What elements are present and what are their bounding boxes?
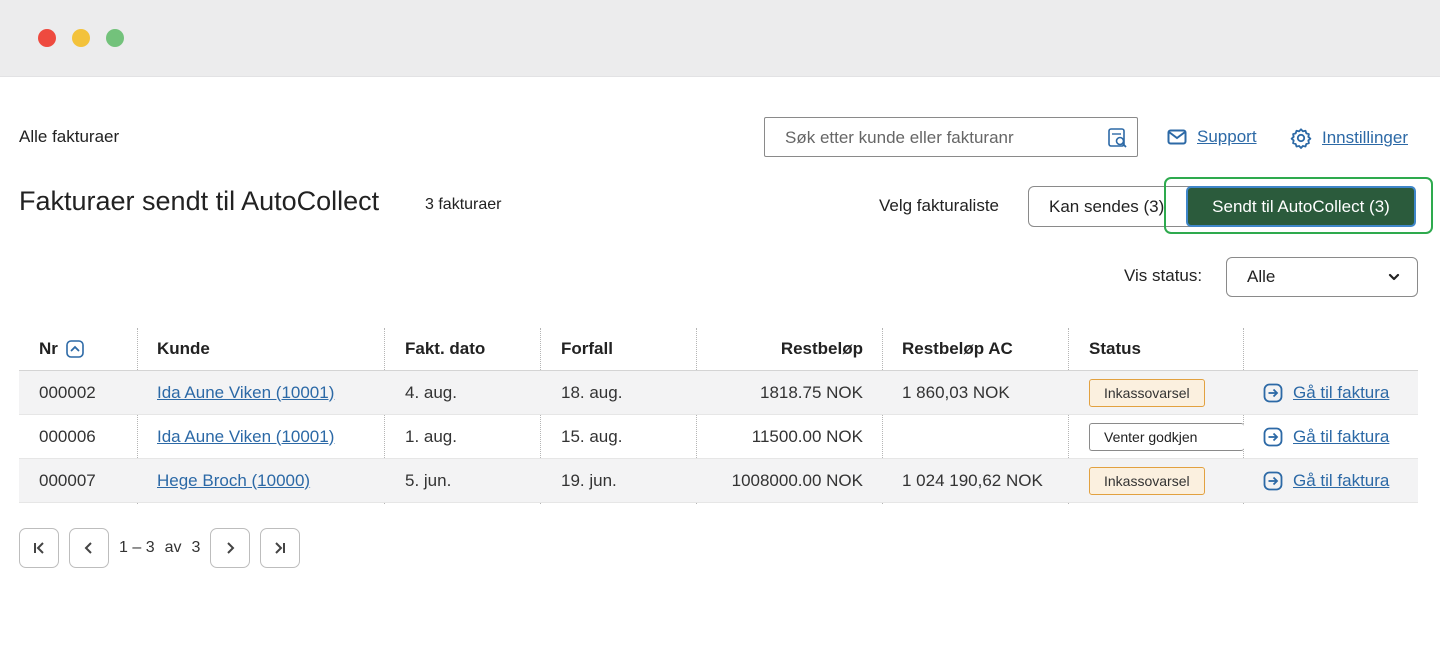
status-badge: Venter godkjen [1089, 422, 1244, 451]
status-badge: Inkassovarsel [1089, 466, 1205, 495]
page-range: 1 – 3 [119, 539, 155, 556]
table-header: Nr Kunde Fakt. dato Forfall Restbeløp Re… [19, 328, 1418, 371]
status-badge: Inkassovarsel [1089, 378, 1205, 407]
list-selector-label: Velg fakturaliste [879, 196, 1000, 215]
customer-link[interactable]: Ida Aune Viken (10001) [157, 415, 334, 458]
invoice-date: 4. aug. [405, 382, 457, 402]
settings-link[interactable]: Innstillinger [1290, 127, 1408, 149]
remaining-amount: 11500.00 NOK [751, 426, 863, 446]
goto-invoice-label: Gå til faktura [1293, 426, 1390, 446]
first-page-button[interactable] [19, 528, 59, 568]
customer-link[interactable]: Hege Broch (10000) [157, 459, 310, 502]
status-filter-select[interactable]: Alle [1226, 257, 1418, 297]
invoice-count: 3 fakturaer [425, 196, 502, 213]
tab-kan-sendes[interactable]: Kan sendes (3) [1028, 186, 1198, 227]
column-header-nr-label: Nr [39, 339, 58, 358]
goto-invoice-link[interactable]: Gå til faktura [1263, 371, 1389, 414]
column-header-fakt-dato[interactable]: Fakt. dato [405, 328, 485, 370]
status-cell: Venter godkjen [1089, 415, 1244, 458]
next-page-button[interactable] [210, 528, 251, 568]
page-title: Fakturaer sendt til AutoCollect [19, 186, 380, 216]
minimize-window-button[interactable] [72, 29, 90, 47]
pagination: 1 – 3 av 3 [19, 528, 301, 568]
table-row: 000007 Hege Broch (10000) 5. jun. 19. ju… [19, 459, 1418, 503]
customer-link[interactable]: Ida Aune Viken (10001) [157, 371, 334, 414]
column-header-forfall[interactable]: Forfall [561, 328, 613, 370]
goto-invoice-label: Gå til faktura [1293, 382, 1390, 402]
gear-icon [1290, 128, 1312, 149]
tab-sendt-til-autocollect[interactable]: Sendt til AutoCollect (3) [1186, 186, 1416, 227]
column-header-status[interactable]: Status [1089, 328, 1141, 370]
invoice-table: Nr Kunde Fakt. dato Forfall Restbeløp Re… [19, 328, 1418, 504]
arrow-right-box-icon [1263, 383, 1283, 402]
table-row: 000002 Ida Aune Viken (10001) 4. aug. 18… [19, 371, 1418, 415]
search-icon[interactable] [1107, 127, 1129, 149]
column-header-nr[interactable]: Nr [39, 328, 84, 370]
due-date: 19. jun. [561, 470, 617, 490]
previous-page-button[interactable] [69, 528, 109, 568]
invoice-number: 000006 [39, 426, 96, 446]
column-header-restbelop-ac[interactable]: Restbeløp AC [902, 328, 1013, 370]
invoice-date: 5. jun. [405, 470, 452, 490]
invoice-number: 000002 [39, 382, 96, 402]
support-link[interactable]: Support [1167, 127, 1257, 147]
goto-invoice-link[interactable]: Gå til faktura [1263, 459, 1389, 502]
remaining-amount: 1008000.00 NOK [731, 470, 863, 490]
chevron-left-icon [84, 542, 92, 554]
breadcrumb: Alle fakturaer [19, 127, 120, 146]
last-page-button[interactable] [260, 528, 301, 568]
column-header-kunde[interactable]: Kunde [157, 328, 210, 370]
status-cell: Inkassovarsel [1089, 459, 1205, 502]
remaining-amount-ac: 1 024 190,62 NOK [902, 470, 1043, 490]
status-filter-value: Alle [1247, 267, 1276, 286]
due-date: 18. aug. [561, 382, 623, 402]
search-input[interactable] [785, 127, 1085, 149]
settings-label: Innstillinger [1322, 128, 1408, 147]
tab-kan-sendes-label: Kan sendes (3) [1049, 197, 1165, 216]
table-row: 000006 Ida Aune Viken (10001) 1. aug. 15… [19, 415, 1418, 459]
goto-invoice-label: Gå til faktura [1293, 470, 1390, 490]
arrow-right-box-icon [1263, 427, 1283, 446]
close-window-button[interactable] [38, 29, 56, 47]
last-page-icon [275, 542, 286, 554]
page-total: 3 [191, 539, 201, 556]
page-of-label: av [164, 539, 182, 556]
search-box[interactable] [764, 117, 1138, 157]
status-filter-label: Vis status: [1124, 266, 1203, 285]
mail-icon [1167, 129, 1187, 145]
column-header-restbelop[interactable]: Restbeløp [781, 328, 863, 370]
invoice-number: 000007 [39, 470, 96, 490]
list-selector: Kan sendes (3) Sendt til AutoCollect (3) [1028, 186, 1418, 227]
sort-ascending-icon[interactable] [66, 340, 84, 358]
remaining-amount: 1818.75 NOK [759, 382, 863, 402]
remaining-amount-ac: 1 860,03 NOK [902, 382, 1010, 402]
maximize-window-button[interactable] [106, 29, 124, 47]
goto-invoice-link[interactable]: Gå til faktura [1263, 415, 1389, 458]
first-page-icon [34, 542, 44, 554]
invoice-date: 1. aug. [405, 426, 457, 446]
chevron-down-icon [1388, 273, 1400, 281]
due-date: 15. aug. [561, 426, 623, 446]
window-titlebar [0, 0, 1440, 77]
status-cell: Inkassovarsel [1089, 371, 1205, 414]
support-label: Support [1197, 127, 1257, 146]
chevron-right-icon [227, 542, 235, 554]
arrow-right-box-icon [1263, 471, 1283, 490]
